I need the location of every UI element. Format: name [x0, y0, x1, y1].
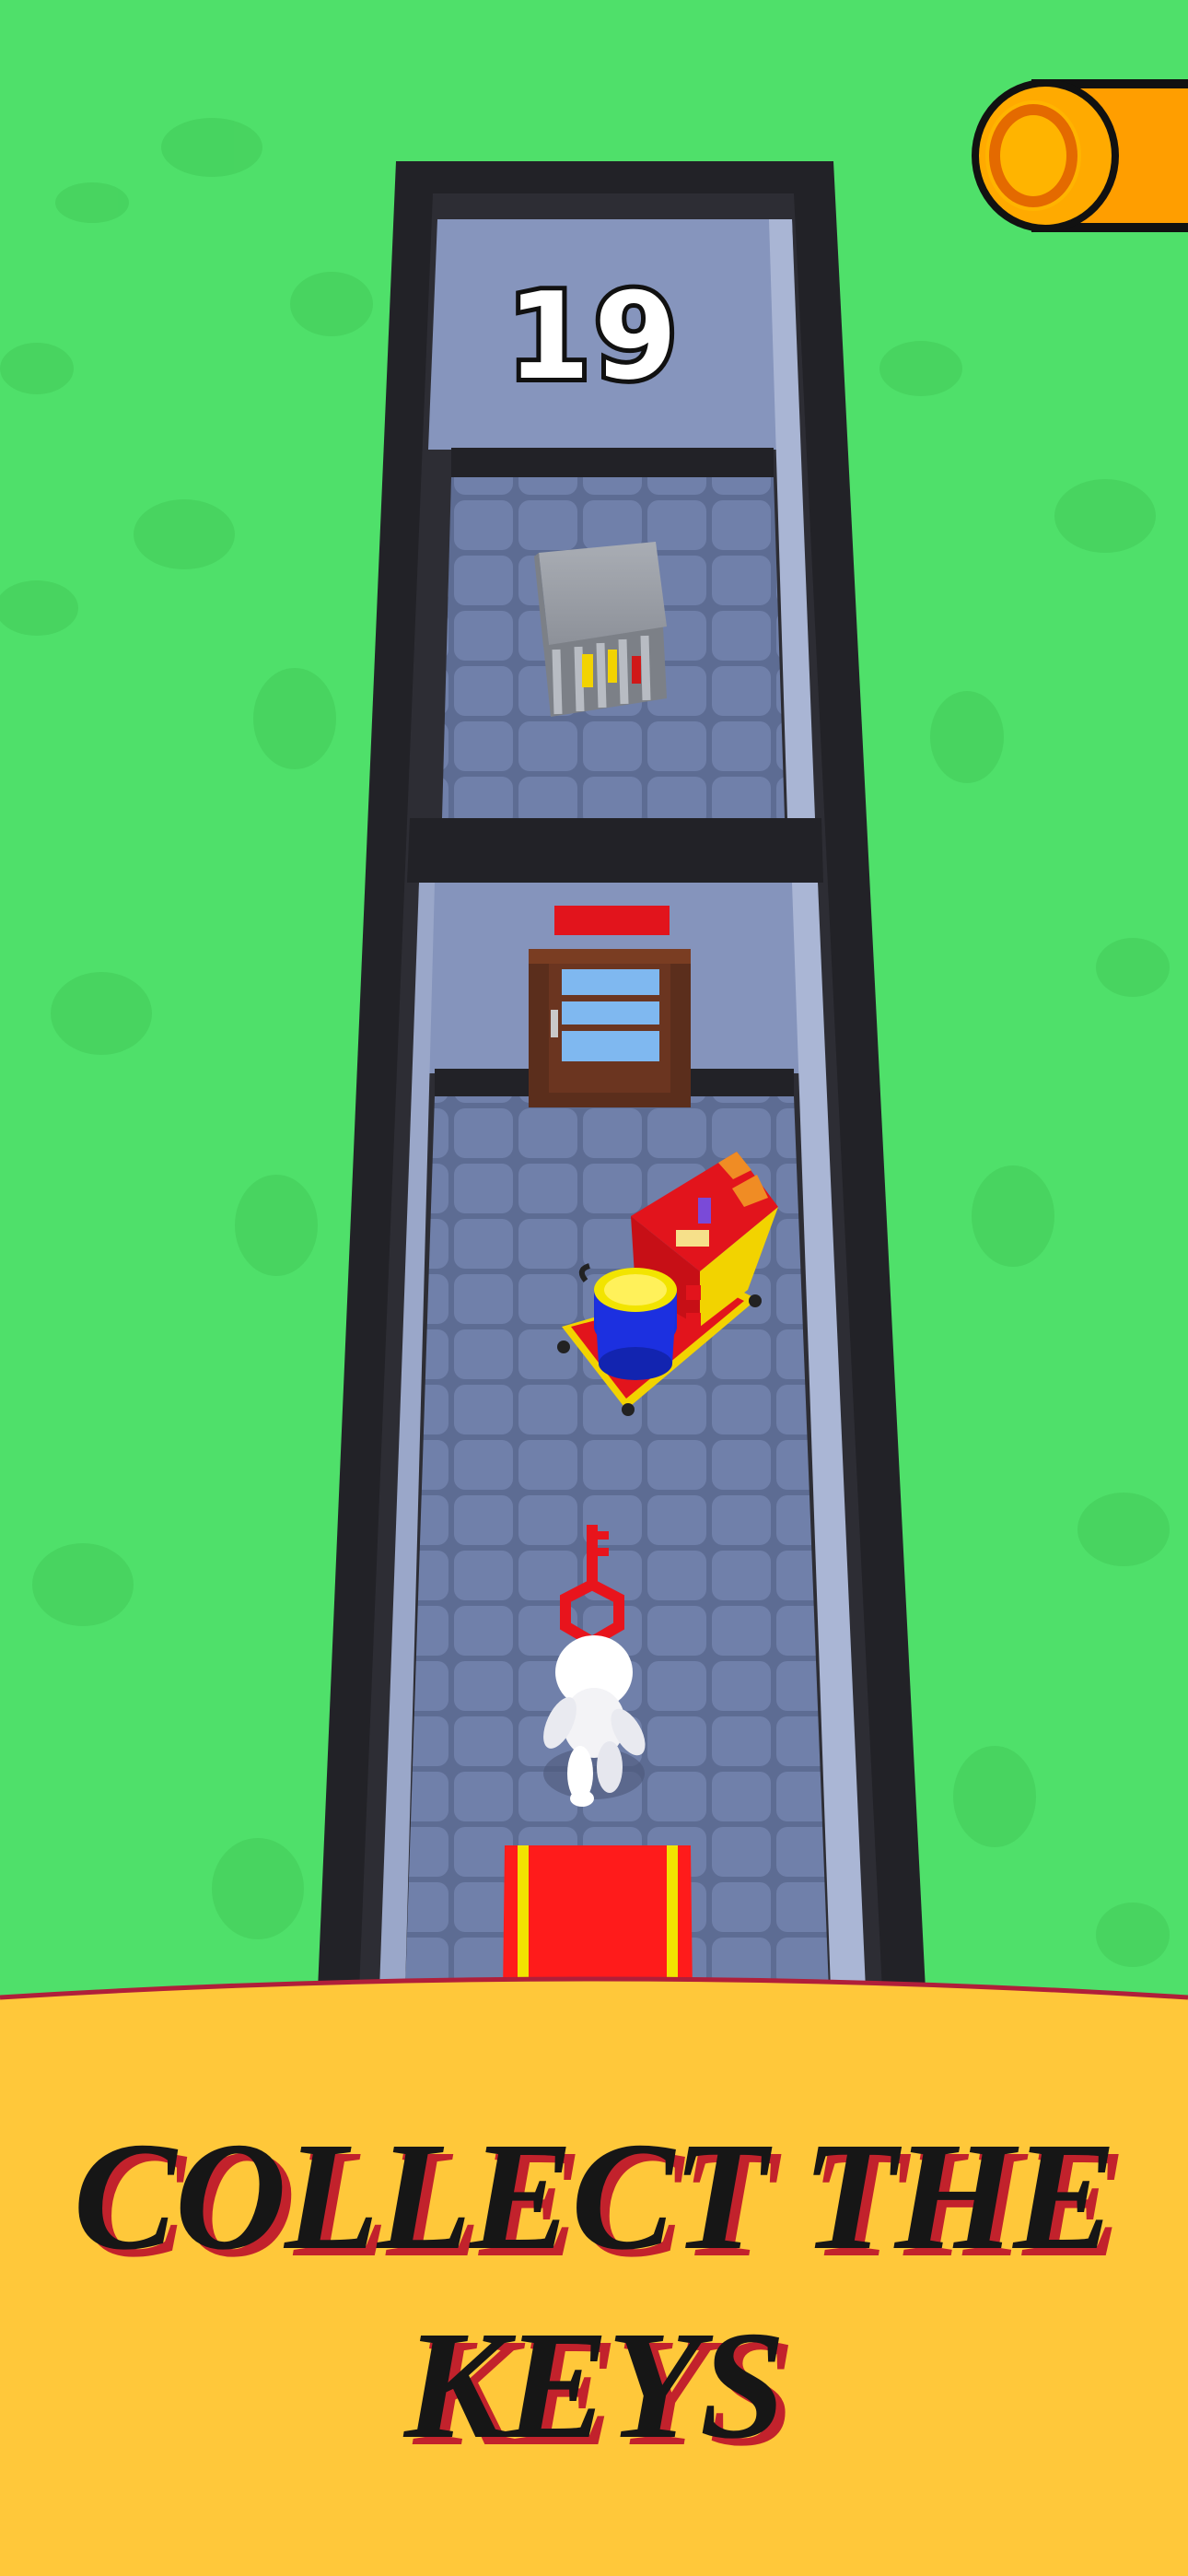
banner-title-line-2: KEYS — [403, 2300, 786, 2471]
coin-icon — [972, 79, 1119, 232]
coin-counter — [972, 79, 1188, 232]
divider-wall — [407, 818, 823, 883]
banner-title-line-1: COLLECT THE — [73, 2111, 1117, 2282]
top-room-floor-ledge — [451, 448, 774, 477]
level-number: 19 — [503, 266, 682, 406]
carpet-icon — [503, 1845, 693, 1995]
cage-icon — [534, 542, 667, 717]
game-stage: 19 COLLECT THE KEYS — [0, 0, 1188, 2576]
